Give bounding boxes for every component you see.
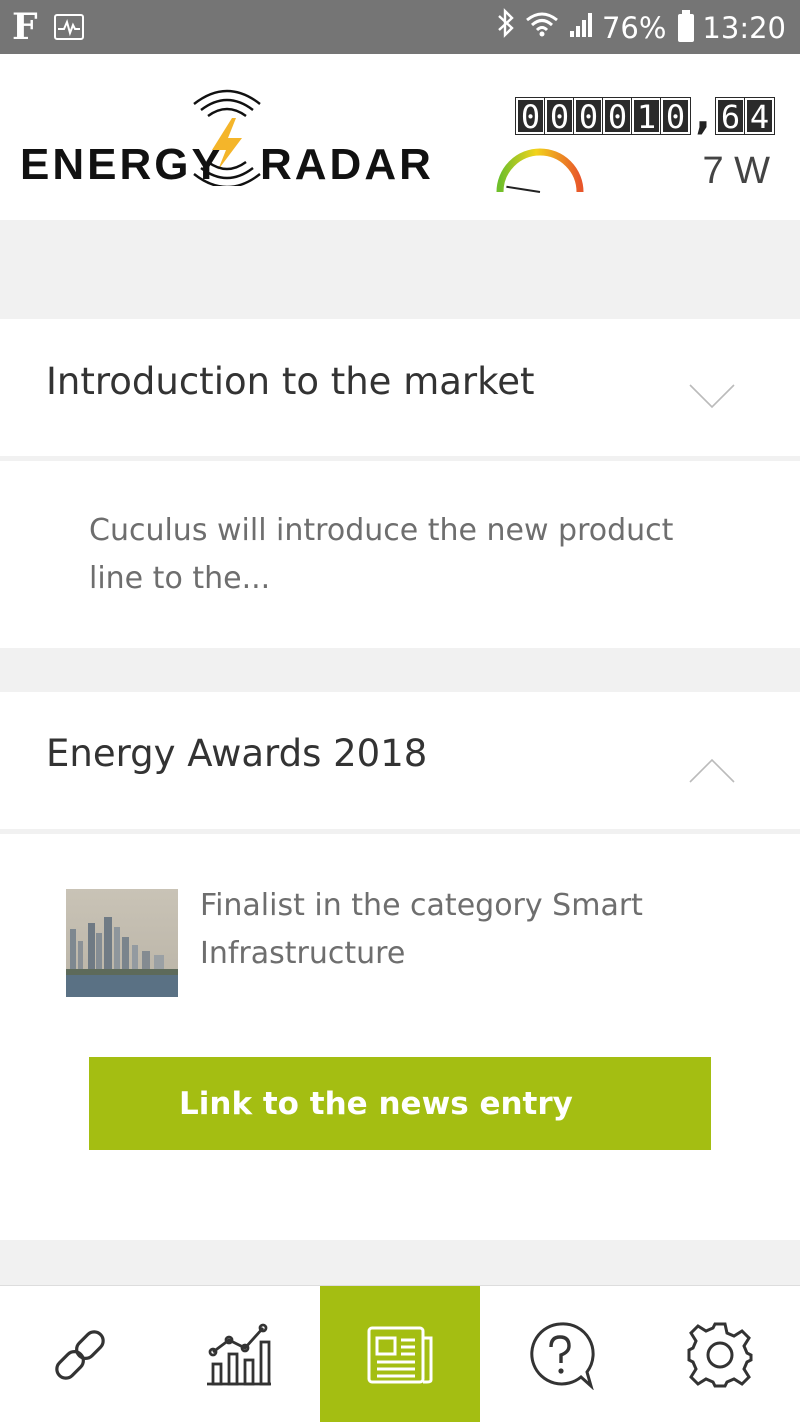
gauge-needle [506, 185, 541, 193]
app-notification-icon: F [12, 6, 38, 48]
link-icon [55, 1329, 105, 1380]
nav-item-statistics[interactable] [160, 1286, 320, 1422]
energy-meter: 0 0 0 0 1 0 , 6 4 7 W [494, 93, 775, 208]
nav-item-news[interactable] [320, 1286, 480, 1422]
nav-item-settings[interactable] [640, 1286, 800, 1422]
nav-item-help[interactable] [480, 1286, 640, 1422]
news-card-body: Cuculus will introduce the new product l… [0, 461, 800, 648]
radar-bolt-icon [193, 89, 261, 186]
status-right: 76% 13:20 [496, 8, 786, 48]
meter-counter: 0 0 0 0 1 0 , 6 4 [515, 93, 775, 139]
news-summary-line: Infrastructure [200, 936, 406, 971]
news-summary-line: line to the... [89, 561, 271, 596]
counter-digit: 0 [660, 97, 691, 135]
counter-digit: 1 [631, 97, 662, 135]
counter-decimal: 4 [744, 97, 775, 135]
news-thumbnail-image [66, 889, 178, 997]
news-title: Introduction to the market [46, 360, 535, 403]
news-icon [367, 1326, 433, 1383]
power-gauge [496, 148, 584, 193]
signal-icon [568, 9, 594, 48]
app-header: ENERGY RADAR 0 0 0 0 1 0 , 6 4 7 W [0, 54, 800, 220]
counter-digit: 0 [573, 97, 604, 135]
nav-item-connection[interactable] [0, 1286, 160, 1422]
status-left: F [12, 8, 84, 46]
news-title: Energy Awards 2018 [46, 732, 428, 775]
link-to-news-button[interactable]: Link to the news entry [89, 1057, 711, 1150]
counter-decimal: 6 [715, 97, 746, 135]
wifi-icon [524, 9, 560, 48]
counter-digit: 0 [515, 97, 546, 135]
energy-radar-logo[interactable]: ENERGY RADAR [18, 82, 431, 212]
counter-separator: , [695, 93, 711, 139]
news-card-header[interactable]: Introduction to the market [0, 319, 800, 456]
chevron-down-icon[interactable] [688, 383, 736, 409]
counter-digit: 0 [602, 97, 633, 135]
bottom-nav [0, 1285, 800, 1422]
chevron-up-icon[interactable] [688, 758, 736, 784]
gear-icon [687, 1322, 753, 1387]
battery-icon [678, 10, 695, 42]
counter-digit: 0 [544, 97, 575, 135]
status-bar: F 76% 13:20 [0, 0, 800, 54]
power-reading: 7 W [702, 150, 770, 192]
battery-percentage: 76% [601, 11, 667, 45]
pulse-icon [53, 14, 84, 40]
clock: 13:20 [702, 11, 786, 45]
logo-text-radar: RADAR [260, 140, 434, 189]
news-card-header[interactable]: Energy Awards 2018 [0, 692, 800, 829]
news-summary-line: Finalist in the category Smart [200, 888, 643, 923]
bluetooth-icon [496, 8, 516, 48]
chart-icon [207, 1323, 271, 1385]
help-icon [530, 1321, 595, 1390]
news-summary-line: Cuculus will introduce the new product [89, 513, 674, 548]
